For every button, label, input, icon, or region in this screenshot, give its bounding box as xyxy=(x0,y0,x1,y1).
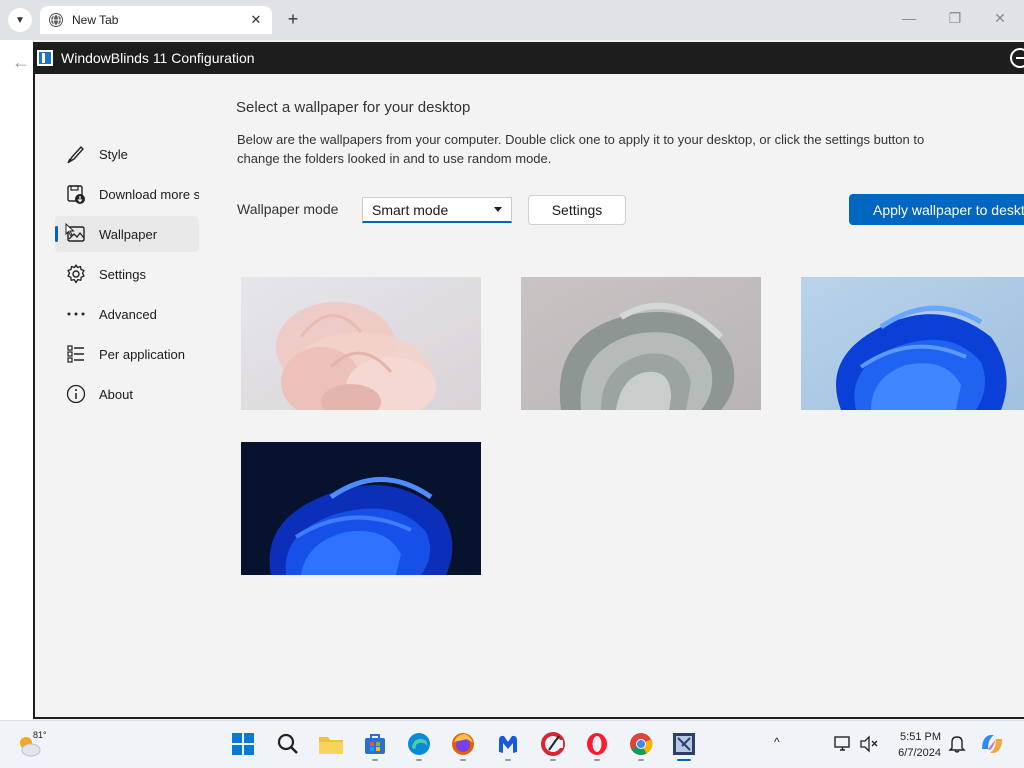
system-clock[interactable]: 5:51 PM 6/7/2024 xyxy=(891,729,941,761)
download-icon xyxy=(65,183,87,205)
list-icon xyxy=(65,343,87,365)
tab-title: New Tab xyxy=(72,13,119,27)
opera-icon[interactable] xyxy=(584,731,610,757)
sidebar-item-label: Wallpaper xyxy=(99,226,158,242)
network-icon[interactable] xyxy=(832,733,854,755)
start-icon[interactable] xyxy=(230,731,256,757)
bloom-blue-dark-image xyxy=(241,442,481,575)
edge-icon[interactable] xyxy=(406,731,432,757)
new-tab-button[interactable]: + xyxy=(282,8,304,30)
wallpaper-icon xyxy=(65,223,87,245)
sidebar-item-per-application[interactable]: Per application xyxy=(55,336,199,372)
gear-icon xyxy=(65,263,87,285)
ccleaner-running-indicator xyxy=(550,759,556,761)
title-bar: WindowBlinds 11 Configuration xyxy=(35,42,1024,74)
wallpaper-thumbnail-bloom-pink[interactable] xyxy=(241,277,481,410)
sidebar-item-style[interactable]: Style xyxy=(55,136,199,172)
browser-toolbar xyxy=(0,40,34,720)
brush-icon xyxy=(65,143,87,165)
wallpaper-thumbnail-bloom-blue-light[interactable] xyxy=(801,277,1024,410)
notification-bell-icon[interactable] xyxy=(946,733,968,755)
app-logo-icon xyxy=(37,50,53,66)
windowblinds-running-indicator xyxy=(677,759,691,761)
tray-chevron-icon[interactable]: ^ xyxy=(774,735,780,749)
bloom-gray-image xyxy=(521,277,761,410)
browser-restore-button[interactable]: ❐ xyxy=(945,10,965,27)
windowblinds-window: WindowBlinds 11 Configuration Style Down… xyxy=(33,42,1024,719)
weather-widget[interactable]: 81° xyxy=(16,729,56,761)
chevron-down-icon xyxy=(494,207,502,212)
malwarebytes-icon[interactable] xyxy=(495,731,521,757)
store-icon[interactable] xyxy=(362,731,388,757)
tab-close-icon[interactable]: ✕ xyxy=(248,12,264,28)
wallpaper-mode-value: Smart mode xyxy=(372,201,449,218)
sidebar: Style Download more s Wallpaper Settings… xyxy=(55,136,199,416)
taskbar: 81° ^ 5:51 PM 6/7/2024 xyxy=(0,720,1024,768)
bloom-blue-light-image xyxy=(801,277,1024,410)
sidebar-item-label: Download more s xyxy=(99,186,199,202)
volume-muted-icon[interactable] xyxy=(858,733,880,755)
page-title: Select a wallpaper for your desktop xyxy=(236,99,471,116)
tab-search-button[interactable]: ▼ xyxy=(8,8,32,32)
windowblinds-taskbar-icon[interactable] xyxy=(671,731,697,757)
chrome-running-indicator xyxy=(638,759,644,761)
firefox-running-indicator xyxy=(460,759,466,761)
wallpaper-thumbnail-bloom-gray[interactable] xyxy=(521,277,761,410)
sidebar-item-download[interactable]: Download more s xyxy=(55,176,199,212)
globe-icon xyxy=(49,13,63,27)
sidebar-item-about[interactable]: About xyxy=(55,376,199,412)
sidebar-item-advanced[interactable]: Advanced xyxy=(55,296,199,332)
minimize-circle-icon[interactable] xyxy=(1010,48,1024,68)
more-icon xyxy=(65,303,87,325)
sidebar-item-label: Advanced xyxy=(99,306,157,322)
back-arrow-icon[interactable]: ← xyxy=(12,52,30,73)
window-title: WindowBlinds 11 Configuration xyxy=(61,50,255,66)
store-running-indicator xyxy=(372,759,378,761)
browser-minimize-button[interactable]: — xyxy=(899,10,919,26)
browser-tab-strip: ▼ New Tab ✕ + — ❐ ✕ xyxy=(0,0,1024,40)
file-explorer-icon[interactable] xyxy=(318,731,344,757)
sidebar-item-wallpaper[interactable]: Wallpaper xyxy=(55,216,199,252)
bloom-pink-image xyxy=(241,277,481,410)
wallpaper-mode-dropdown[interactable]: Smart mode xyxy=(362,197,512,223)
wallpaper-thumbnail-bloom-blue-dark[interactable] xyxy=(241,442,481,575)
firefox-icon[interactable] xyxy=(450,731,476,757)
sidebar-item-label: Per application xyxy=(99,346,185,362)
clock-time: 5:51 PM xyxy=(900,731,941,743)
weather-temp: 81° xyxy=(33,730,47,740)
copilot-icon[interactable] xyxy=(979,731,1005,757)
settings-button[interactable]: Settings xyxy=(528,195,626,225)
search-icon[interactable] xyxy=(275,731,301,757)
sidebar-item-label: Style xyxy=(99,146,128,162)
page-description: Below are the wallpapers from your compu… xyxy=(237,132,925,166)
sidebar-item-settings[interactable]: Settings xyxy=(55,256,199,292)
ccleaner-icon[interactable] xyxy=(540,731,566,757)
info-icon xyxy=(65,383,87,405)
browser-close-button[interactable]: ✕ xyxy=(990,10,1010,27)
wallpaper-mode-label: Wallpaper mode xyxy=(237,201,339,217)
apply-wallpaper-button[interactable]: Apply wallpaper to desktop xyxy=(849,194,1024,225)
edge-running-indicator xyxy=(416,759,422,761)
chrome-icon[interactable] xyxy=(628,731,654,757)
malwarebytes-running-indicator xyxy=(505,759,511,761)
browser-tab[interactable]: New Tab ✕ xyxy=(40,6,272,34)
opera-running-indicator xyxy=(594,759,600,761)
sidebar-item-label: Settings xyxy=(99,266,146,282)
sidebar-item-label: About xyxy=(99,386,133,402)
clock-date: 6/7/2024 xyxy=(898,747,941,759)
